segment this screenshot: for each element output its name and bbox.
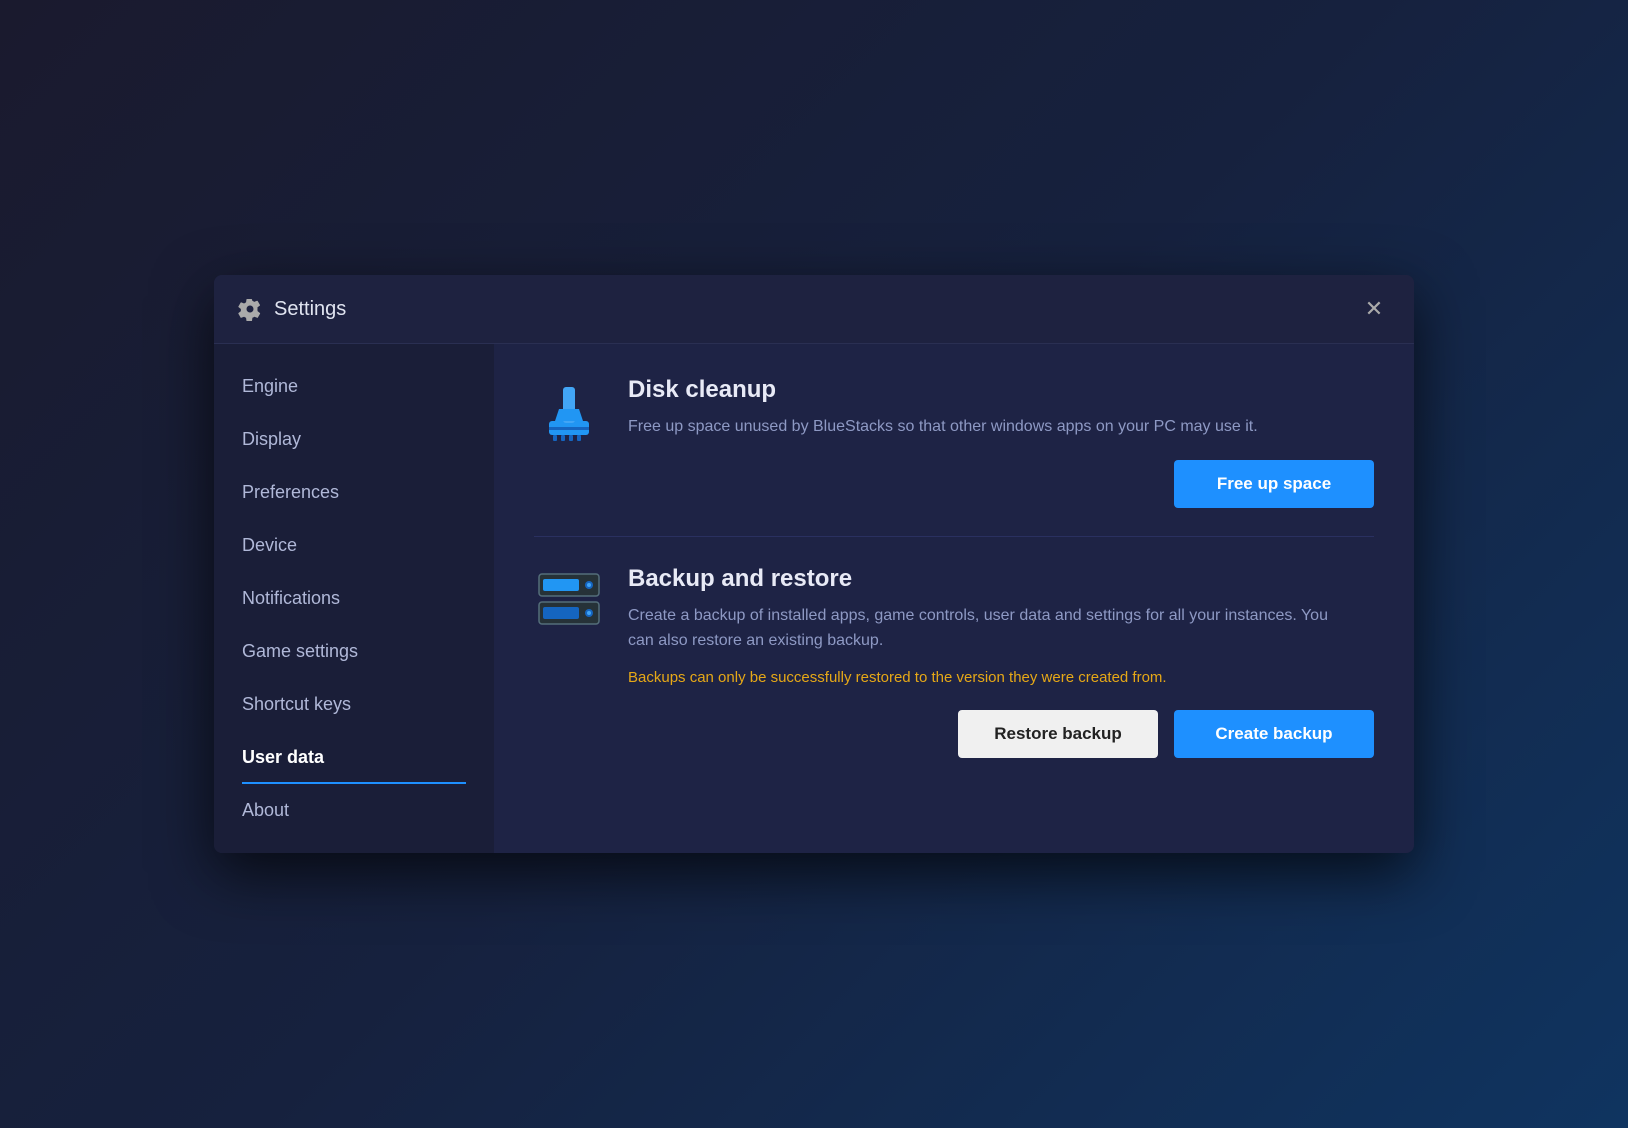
sidebar-item-preferences[interactable]: Preferences	[214, 466, 494, 519]
sidebar-item-engine[interactable]: Engine	[214, 360, 494, 413]
backup-restore-body: Backup and restore Create a backup of in…	[628, 565, 1374, 758]
backup-warning-text: Backups can only be successfully restore…	[628, 666, 1374, 690]
sidebar-item-user-data[interactable]: User data	[214, 731, 494, 784]
backup-restore-header: Backup and restore Create a backup of in…	[534, 565, 1374, 758]
restore-backup-button[interactable]: Restore backup	[958, 710, 1158, 758]
disk-cleanup-icon	[534, 376, 604, 446]
settings-gear-icon	[238, 297, 262, 321]
close-button[interactable]: ✕	[1358, 293, 1390, 325]
sidebar-item-notifications[interactable]: Notifications	[214, 572, 494, 625]
disk-cleanup-actions: Free up space	[628, 460, 1374, 508]
backup-restore-section: Backup and restore Create a backup of in…	[534, 565, 1374, 758]
backup-restore-actions: Restore backup Create backup	[628, 710, 1374, 758]
sidebar: Engine Display Preferences Device Notifi…	[214, 344, 494, 853]
disk-cleanup-header: Disk cleanup Free up space unused by Blu…	[534, 376, 1374, 508]
section-divider	[534, 536, 1374, 537]
settings-dialog: Settings ✕ Engine Display Preferences De…	[214, 275, 1414, 853]
free-up-space-button[interactable]: Free up space	[1174, 460, 1374, 508]
sidebar-item-about[interactable]: About	[214, 784, 494, 837]
sidebar-item-device[interactable]: Device	[214, 519, 494, 572]
backup-restore-icon	[534, 565, 604, 635]
disk-cleanup-section: Disk cleanup Free up space unused by Blu…	[534, 376, 1374, 508]
content-area: Disk cleanup Free up space unused by Blu…	[494, 344, 1414, 853]
title-bar: Settings ✕	[214, 275, 1414, 344]
backup-restore-title: Backup and restore	[628, 565, 1374, 593]
disk-cleanup-title: Disk cleanup	[628, 376, 1374, 404]
sidebar-item-display[interactable]: Display	[214, 413, 494, 466]
create-backup-button[interactable]: Create backup	[1174, 710, 1374, 758]
dialog-title: Settings	[274, 298, 1346, 321]
sidebar-item-shortcut-keys[interactable]: Shortcut keys	[214, 678, 494, 731]
main-content: Engine Display Preferences Device Notifi…	[214, 344, 1414, 853]
sidebar-item-game-settings[interactable]: Game settings	[214, 625, 494, 678]
disk-cleanup-description: Free up space unused by BlueStacks so th…	[628, 414, 1328, 440]
disk-cleanup-body: Disk cleanup Free up space unused by Blu…	[628, 376, 1374, 508]
backup-restore-description: Create a backup of installed apps, game …	[628, 603, 1328, 654]
